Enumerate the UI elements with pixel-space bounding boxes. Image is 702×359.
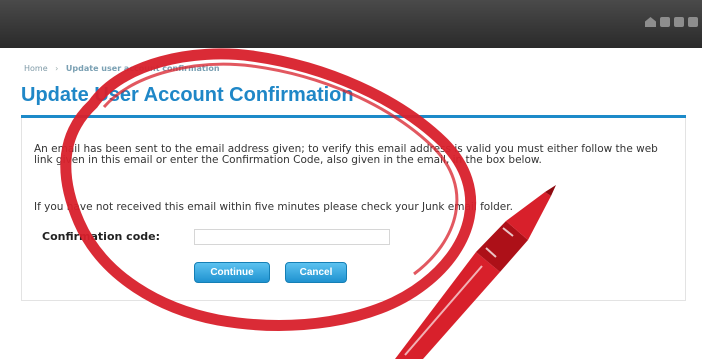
square-icon[interactable]	[660, 17, 670, 27]
breadcrumb-home-link[interactable]: Home	[24, 64, 48, 73]
junk-folder-notice: If you have not received this email with…	[34, 201, 513, 213]
confirmation-code-input[interactable]	[194, 229, 390, 245]
continue-button[interactable]: Continue	[194, 262, 270, 283]
confirmation-panel: An email has been sent to the email addr…	[21, 118, 686, 301]
breadcrumb: Home › Update user account confirmation	[24, 64, 220, 73]
home-icon[interactable]	[645, 17, 656, 27]
page-title: Update User Account Confirmation	[21, 84, 354, 106]
top-navigation-bar	[0, 0, 702, 48]
confirmation-code-label: Confirmation code:	[42, 230, 160, 243]
breadcrumb-current[interactable]: Update user account confirmation	[66, 64, 220, 73]
breadcrumb-separator: ›	[55, 64, 59, 73]
toolbar-icons	[645, 17, 698, 27]
cancel-button[interactable]: Cancel	[285, 262, 347, 283]
square-icon[interactable]	[674, 17, 684, 27]
email-sent-message: An email has been sent to the email addr…	[34, 143, 658, 166]
square-icon[interactable]	[688, 17, 698, 27]
